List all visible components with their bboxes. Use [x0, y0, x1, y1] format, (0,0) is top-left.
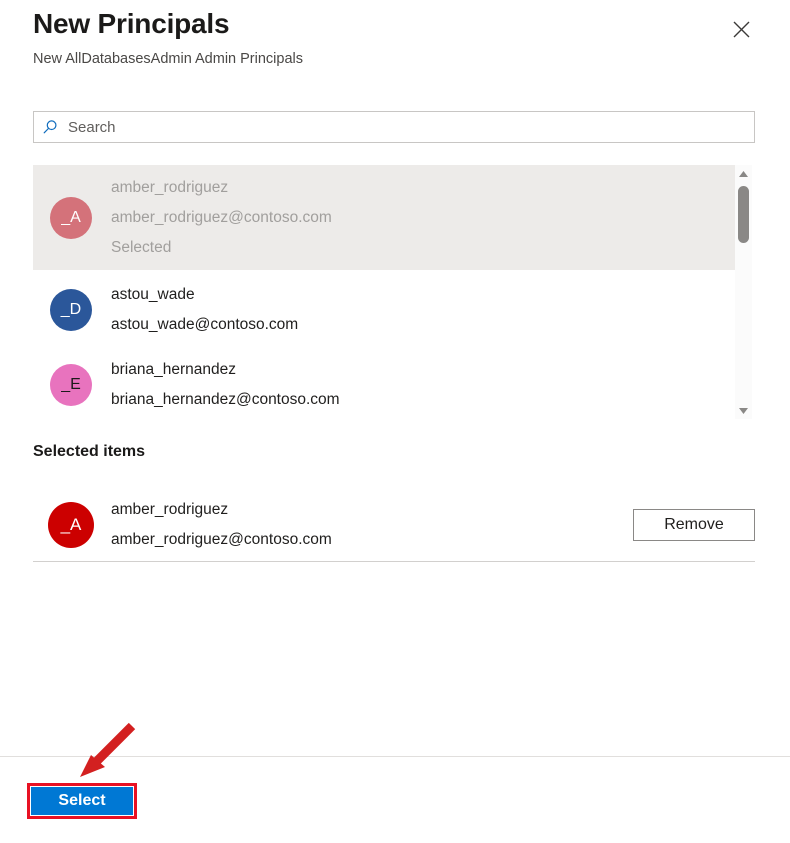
principal-state: Selected [111, 238, 172, 256]
avatar-initials: _E [61, 375, 81, 393]
close-icon [733, 21, 750, 38]
principal-email: astou_wade@contoso.com [111, 316, 299, 333]
principal-name: briana_hernandez [111, 360, 236, 378]
search-icon [34, 112, 66, 142]
panel-header: New Principals New AllDatabasesAdmin Adm… [0, 0, 790, 96]
search-input[interactable] [68, 113, 754, 141]
avatar: _D [50, 289, 92, 331]
principal-name: astou_wade [111, 286, 195, 303]
principal-email: amber_rodriguez@contoso.com [111, 208, 332, 226]
avatar: _E [50, 363, 92, 406]
page-title: New Principals [33, 8, 230, 39]
results-scrollbar[interactable] [735, 165, 752, 419]
list-item[interactable]: _A amber_rodriguez amber_rodriguez@conto… [33, 165, 735, 270]
pointer-arrow-icon [60, 715, 160, 790]
list-item[interactable]: _E briana_hernandez briana_hernandez@con… [33, 350, 735, 419]
scroll-down-button[interactable] [735, 402, 752, 419]
scrollbar-thumb[interactable] [738, 186, 749, 243]
list-item[interactable]: _D astou_wade astou_wade@contoso.com [33, 270, 735, 350]
scroll-up-button[interactable] [735, 165, 752, 182]
avatar: _A [50, 196, 92, 239]
list-item-texts: amber_rodriguez amber_rodriguez@contoso.… [111, 173, 735, 263]
select-button[interactable]: Select [31, 787, 133, 815]
selected-item-row: _A amber_rodriguez amber_rodriguez@conto… [33, 488, 755, 561]
close-button[interactable] [724, 12, 758, 46]
triangle-down-icon [738, 402, 749, 420]
selected-items-heading: Selected items [33, 443, 146, 460]
principal-email: briana_hernandez@contoso.com [111, 390, 340, 408]
avatar-initials: _A [60, 515, 82, 534]
results-list: _A amber_rodriguez amber_rodriguez@conto… [33, 165, 755, 419]
avatar-initials: _A [61, 208, 81, 226]
selected-items-divider [33, 561, 755, 562]
footer-divider [0, 756, 790, 757]
list-item-texts: astou_wade astou_wade@contoso.com [111, 280, 735, 340]
selected-item-texts: amber_rodriguez amber_rodriguez@contoso.… [111, 495, 633, 555]
list-item-texts: briana_hernandez briana_hernandez@contos… [111, 355, 735, 415]
principal-name: amber_rodriguez [111, 178, 229, 196]
principal-name: amber_rodriguez [111, 500, 229, 518]
avatar: _A [48, 501, 94, 548]
page-subtitle: New AllDatabasesAdmin Admin Principals [33, 51, 303, 67]
search-box[interactable] [33, 111, 755, 143]
avatar-initials: _D [60, 301, 82, 318]
triangle-up-icon [738, 165, 749, 183]
remove-button[interactable]: Remove [633, 508, 755, 541]
principal-email: amber_rodriguez@contoso.com [111, 530, 332, 548]
